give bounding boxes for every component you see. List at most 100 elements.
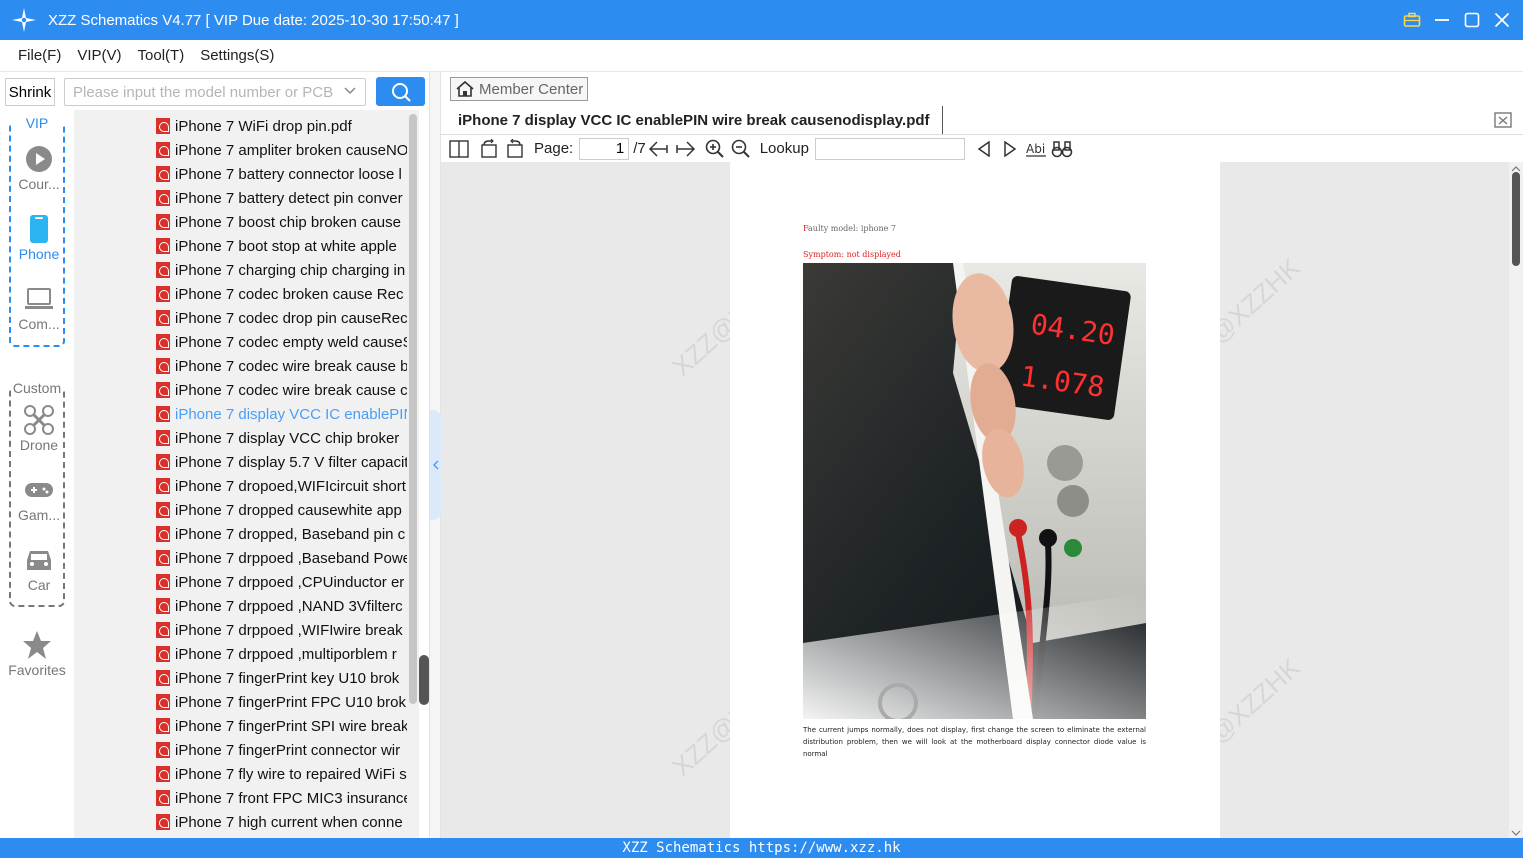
pdf-page: Faulty model: iphone 7 Symptom: not disp… [730,162,1220,838]
category-car[interactable]: Car [11,545,67,605]
star-icon [22,630,52,660]
find-previous-icon[interactable] [971,136,997,162]
file-list-item[interactable]: iPhone 7 display VCC chip broker [156,426,407,450]
file-list-item[interactable]: iPhone 7 drppoed ,NAND 3Vfilterc [156,594,407,618]
category-label: Car [27,577,51,593]
menu-tool[interactable]: Tool(T) [138,47,185,64]
toggle-sidebar-icon[interactable] [446,136,472,162]
find-all-binoculars-icon[interactable] [1049,136,1075,162]
file-list-item[interactable]: iPhone 7 codec wire break cause b [156,354,407,378]
file-list-item[interactable]: iPhone 7 fingerPrint SPI wire break [156,714,407,738]
file-list-item[interactable]: iPhone 7 dropped, Baseband pin c [156,522,407,546]
file-list-item[interactable]: iPhone 7 boost chip broken cause [156,210,407,234]
rotate-left-icon[interactable] [476,136,502,162]
file-list-item[interactable]: iPhone 7 codec empty weld causeS [156,330,407,354]
file-list-item[interactable]: iPhone 7 codec wire break cause c [156,378,407,402]
file-list-item[interactable]: iPhone 7 fingerPrint connector wir [156,738,407,762]
favorites-button[interactable]: Favorites [2,630,72,690]
category-label: Drone [19,437,59,453]
arrow-left-icon[interactable] [646,136,672,162]
pdf-file-icon [156,790,170,806]
file-list-scroll-thumb[interactable] [419,655,429,705]
file-name: iPhone 7 codec broken cause Rec [175,285,404,303]
file-name: iPhone 7 fingerPrint key U10 brok [175,669,400,687]
page-number-input[interactable] [579,137,630,160]
file-list-item[interactable]: iPhone 7 display 5.7 V filter capacit [156,450,407,474]
file-list-item[interactable]: iPhone 7 battery connector loose l [156,162,407,186]
category-drone[interactable]: Drone [11,405,67,465]
file-list-item[interactable]: iPhone 7 dropoed,WIFIcircuit short [156,474,407,498]
file-list-item[interactable]: iPhone 7 battery detect pin conver [156,186,407,210]
member-center-label: Member Center [479,80,584,98]
repair-description: The current jumps normally, does not dis… [803,726,1146,758]
lookup-input[interactable] [814,137,965,160]
file-name: iPhone 7 drppoed ,WIFIwire break [175,621,403,639]
menu-settings[interactable]: Settings(S) [200,47,274,64]
file-name: iPhone 7 display VCC chip broker [175,429,400,447]
file-list-item[interactable]: iPhone 7 WiFi drop pin.pdf [156,114,407,138]
close-icon[interactable] [1491,9,1513,31]
file-list-item[interactable]: iPhone 7 fly wire to repaired WiFi s [156,762,407,786]
scroll-down-icon[interactable] [1509,828,1523,838]
search-icon [391,82,411,102]
file-list-item[interactable]: iPhone 7 drppoed ,multiporblem r [156,642,407,666]
category-sidebar: VIP Cour... Phone Com... Custom Drone Ga… [0,110,74,838]
file-list-item[interactable]: iPhone 7 dropped causewhite app [156,498,407,522]
member-center-button[interactable]: Member Center [450,77,588,101]
file-name: iPhone 7 boot stop at white apple [175,237,397,255]
pdf-file-icon [156,382,170,398]
file-name: iPhone 7 dropoed,WIFIcircuit short [175,477,406,495]
category-phone[interactable]: Phone [11,214,67,274]
custom-group-label: Custom [11,380,63,396]
drone-icon [24,405,54,435]
pdf-file-icon [156,598,170,614]
category-game[interactable]: Gam... [11,475,67,535]
model-search-input[interactable] [73,83,333,101]
file-list-item[interactable]: iPhone 7 codec drop pin causeRec [156,306,407,330]
viewer-scroll-thumb[interactable] [1512,172,1520,266]
file-list-item[interactable]: iPhone 7 fingerPrint key U10 brok [156,666,407,690]
file-list-item[interactable]: iPhone 7 boot stop at white apple [156,234,407,258]
menu-vip[interactable]: VIP(V) [77,47,121,64]
zoom-out-icon[interactable] [728,136,754,162]
pdf-file-icon [156,550,170,566]
file-list-item[interactable]: iPhone 7 ampliter broken causeNO [156,138,407,162]
gamepad-icon [24,475,54,505]
category-computer[interactable]: Com... [11,284,67,344]
file-list-item[interactable]: iPhone 7 drppoed ,CPUinductor er [156,570,407,594]
vip-briefcase-icon[interactable] [1401,9,1423,31]
zoom-in-icon[interactable] [702,136,728,162]
maximize-icon[interactable] [1461,9,1483,31]
file-name: iPhone 7 high current when conne [175,813,403,831]
file-name: iPhone 7 fingerPrint SPI wire break [175,717,407,735]
find-next-icon[interactable] [997,136,1023,162]
file-list-item[interactable]: iPhone 7 front FPC MIC3 insurance [156,786,407,810]
chevron-down-icon[interactable] [343,84,357,101]
rotate-right-icon[interactable] [502,136,528,162]
laptop-icon [24,284,54,314]
file-list-scroll-track[interactable] [409,114,417,704]
search-button[interactable] [376,77,425,106]
close-document-button[interactable] [1493,110,1513,130]
minimize-icon[interactable] [1431,9,1453,31]
pdf-file-icon [156,478,170,494]
file-list-item[interactable]: iPhone 7 drppoed ,Baseband Powe [156,546,407,570]
file-list-item[interactable]: iPhone 7 codec broken cause Rec [156,282,407,306]
file-list-item[interactable]: iPhone 7 drppoed ,WIFIwire break [156,618,407,642]
menu-file[interactable]: File(F) [18,47,61,64]
file-list-item[interactable]: iPhone 7 high current when conne [156,810,407,834]
document-tab[interactable]: iPhone 7 display VCC IC enablePIN wire b… [446,106,943,134]
pdf-viewer[interactable]: XZZ@XZZHK XZZ@XZZHK XZZ@XZZHK XZZ@XZZHK … [441,162,1509,838]
total-pages: /7 [633,140,646,157]
pdf-file-icon [156,814,170,830]
file-list-item[interactable]: iPhone 7 fingerPrint FPC U10 brok [156,690,407,714]
category-courses[interactable]: Cour... [11,144,67,204]
match-case-icon[interactable]: Abi [1023,136,1049,162]
shrink-button[interactable]: Shrink [5,78,55,106]
arrow-right-icon[interactable] [672,136,698,162]
file-name: iPhone 7 fly wire to repaired WiFi s [175,765,407,783]
pdf-file-icon [156,214,170,230]
file-list-item[interactable]: iPhone 7 display VCC IC enablePIN [156,402,407,426]
file-list-item[interactable]: iPhone 7 charging chip charging in [156,258,407,282]
model-search-combobox[interactable] [64,78,366,106]
